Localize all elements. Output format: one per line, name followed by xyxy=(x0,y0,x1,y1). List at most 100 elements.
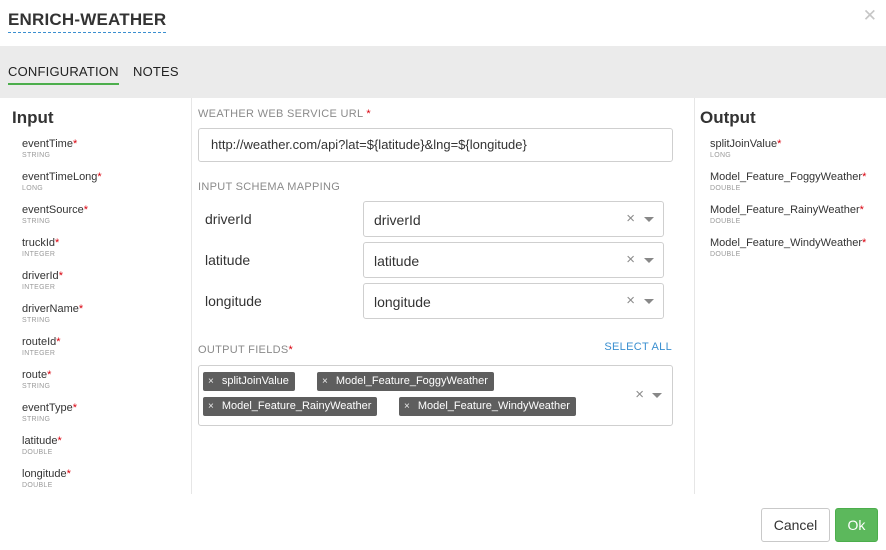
field-name: latitude xyxy=(22,435,58,447)
select-value: driverId xyxy=(374,212,421,228)
input-schema-mapping-label: INPUT SCHEMA MAPPING xyxy=(198,181,341,193)
required-marker: * xyxy=(862,171,867,183)
remove-chip-icon[interactable]: × xyxy=(404,401,410,412)
chevron-down-icon[interactable] xyxy=(644,217,654,222)
required-marker: * xyxy=(777,138,782,150)
input-field-eventtype: eventType* STRING xyxy=(22,402,77,423)
required-marker: * xyxy=(57,435,62,447)
output-field-windyweather: Model_Feature_WindyWeather* DOUBLE xyxy=(710,237,866,258)
clear-icon[interactable]: × xyxy=(626,251,635,268)
weather-url-input[interactable]: http://weather.com/api?lat=${latitude}&l… xyxy=(198,128,673,162)
field-name: Model_Feature_FoggyWeather xyxy=(710,171,863,183)
url-label: WEATHER WEB SERVICE URL * xyxy=(198,108,371,120)
field-type: INTEGER xyxy=(22,284,56,291)
chip-label: Model_Feature_RainyWeather xyxy=(221,400,372,412)
output-field-foggyweather: Model_Feature_FoggyWeather* DOUBLE xyxy=(710,171,866,192)
remove-chip-icon[interactable]: × xyxy=(208,401,214,412)
field-name: eventTimeLong xyxy=(22,171,98,183)
field-type: LONG xyxy=(22,185,44,192)
output-schema-panel: Output splitJoinValue* LONG Model_Featur… xyxy=(694,98,886,494)
input-field-eventsource: eventSource* STRING xyxy=(22,204,88,225)
chevron-down-icon[interactable] xyxy=(644,299,654,304)
field-name: driverName xyxy=(22,303,79,315)
field-type: DOUBLE xyxy=(710,251,741,258)
output-fields-label-text: OUTPUT FIELDS xyxy=(198,344,289,356)
field-type: STRING xyxy=(22,152,51,159)
required-marker: * xyxy=(72,402,78,414)
input-field-routeid: routeId* INTEGER xyxy=(22,336,61,357)
chevron-down-icon[interactable] xyxy=(644,258,654,263)
chevron-down-icon[interactable] xyxy=(652,393,662,398)
field-name: driverId xyxy=(22,270,59,282)
output-panel-title: Output xyxy=(700,108,756,127)
remove-chip-icon[interactable]: × xyxy=(322,376,328,387)
mapping-label-driverid: driverId xyxy=(205,211,252,227)
output-fields-multiselect[interactable]: × splitJoinValue × Model_Feature_FoggyWeat… xyxy=(198,365,673,426)
output-field-rainyweather: Model_Feature_RainyWeather* DOUBLE xyxy=(710,204,864,225)
mapping-select-longitude[interactable]: longitude × xyxy=(363,283,664,319)
required-marker: * xyxy=(366,108,371,120)
field-name: eventType xyxy=(22,402,73,414)
field-type: LONG xyxy=(710,152,732,159)
modal-title: ENRICH-WEATHER xyxy=(8,10,167,33)
modal-footer: Cancel Ok xyxy=(0,494,886,550)
field-type: INTEGER xyxy=(22,251,56,258)
field-type: DOUBLE xyxy=(22,482,53,489)
tab-notes[interactable]: NOTES xyxy=(133,64,179,79)
field-type: DOUBLE xyxy=(710,218,741,225)
input-field-eventtimelong: eventTimeLong* LONG xyxy=(22,171,102,192)
input-field-driverid: driverId* INTEGER xyxy=(22,270,63,291)
field-name: splitJoinValue xyxy=(710,138,778,150)
output-field-splitjoinvalue: splitJoinValue* LONG xyxy=(710,138,781,159)
field-name: Model_Feature_RainyWeather xyxy=(710,204,860,216)
close-icon[interactable]: ✕ xyxy=(863,6,877,26)
field-name: longitude xyxy=(22,468,67,480)
required-marker: * xyxy=(859,204,864,216)
input-field-eventtime: eventTime* STRING xyxy=(22,138,77,159)
field-type: STRING xyxy=(22,383,51,390)
field-type: STRING xyxy=(22,416,51,423)
input-panel-title: Input xyxy=(12,108,54,127)
field-name: eventSource xyxy=(22,204,84,216)
input-field-route: route* STRING xyxy=(22,369,51,390)
input-field-longitude: longitude* DOUBLE xyxy=(22,468,71,489)
tab-configuration[interactable]: CONFIGURATION xyxy=(8,64,119,85)
field-type: STRING xyxy=(22,218,51,225)
required-marker: * xyxy=(288,344,294,356)
input-field-latitude: latitude* DOUBLE xyxy=(22,435,62,456)
url-label-text: WEATHER WEB SERVICE URL xyxy=(198,108,363,120)
clear-icon[interactable]: × xyxy=(635,386,644,403)
remove-chip-icon[interactable]: × xyxy=(208,376,214,387)
field-type: STRING xyxy=(22,317,51,324)
tab-bar: CONFIGURATION NOTES xyxy=(0,46,886,98)
field-name: Model_Feature_WindyWeather xyxy=(710,237,863,249)
required-marker: * xyxy=(72,138,78,150)
field-type: DOUBLE xyxy=(22,449,53,456)
mapping-label-longitude: longitude xyxy=(205,293,262,309)
modal-header: ENRICH-WEATHER ✕ xyxy=(0,0,886,46)
configuration-form: WEATHER WEB SERVICE URL * http://weather… xyxy=(192,98,694,494)
required-marker: * xyxy=(83,204,89,216)
clear-icon[interactable]: × xyxy=(626,210,635,227)
input-field-drivername: driverName* STRING xyxy=(22,303,83,324)
required-marker: * xyxy=(55,237,60,249)
ok-button[interactable]: Ok xyxy=(835,508,878,542)
field-name: route xyxy=(22,369,48,381)
required-marker: * xyxy=(862,237,867,249)
field-type: DOUBLE xyxy=(710,185,741,192)
output-field-chip: × Model_Feature_FoggyWeather xyxy=(317,372,494,391)
required-marker: * xyxy=(66,468,71,480)
required-marker: * xyxy=(97,171,102,183)
output-fields-label: OUTPUT FIELDS* xyxy=(198,344,293,356)
chip-label: splitJoinValue xyxy=(221,375,289,387)
cancel-button[interactable]: Cancel xyxy=(761,508,830,542)
mapping-label-latitude: latitude xyxy=(205,252,251,268)
output-field-chip: × splitJoinValue xyxy=(203,372,295,391)
input-field-truckid: truckId* INTEGER xyxy=(22,237,59,258)
select-all-link[interactable]: SELECT ALL xyxy=(604,341,672,353)
mapping-select-driverid[interactable]: driverId × xyxy=(363,201,664,237)
mapping-select-latitude[interactable]: latitude × xyxy=(363,242,664,278)
clear-icon[interactable]: × xyxy=(626,292,635,309)
input-schema-panel: Input eventTime* STRING eventTimeLong* L… xyxy=(0,98,192,494)
output-field-chip: × Model_Feature_WindyWeather xyxy=(399,397,576,416)
